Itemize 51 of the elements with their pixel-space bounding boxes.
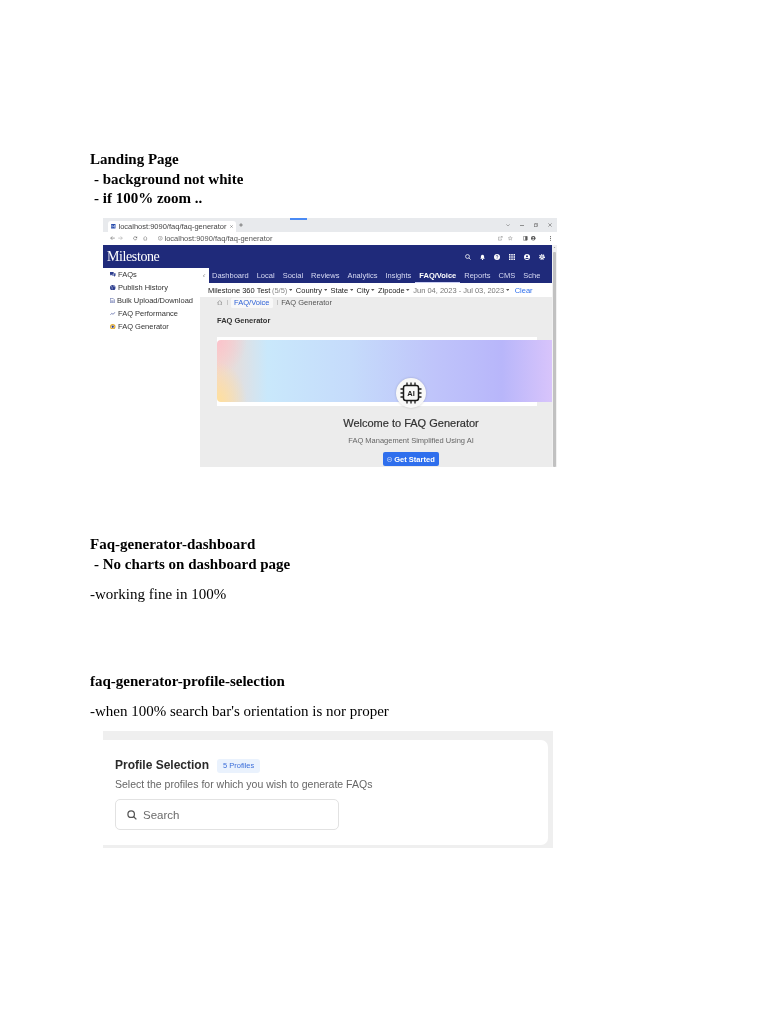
caret-icon — [323, 289, 328, 291]
section-heading: Faq-generator-dashboard — [90, 535, 256, 554]
welcome-title: Welcome to FAQ Generator — [343, 416, 479, 430]
chevron-left-icon — [203, 273, 206, 278]
globe-icon — [110, 284, 116, 291]
card-subtitle: Select the profiles for which you wish to generate FAQs — [115, 777, 373, 791]
bell-icon[interactable] — [480, 253, 485, 260]
note-text: -working fine in 100% — [90, 584, 227, 604]
note-text: - background not white — [94, 169, 244, 189]
site-icon — [111, 224, 116, 229]
settings-icon[interactable] — [539, 253, 545, 260]
side-panel-icon[interactable] — [523, 236, 528, 241]
caret-icon — [371, 289, 375, 291]
plus-icon[interactable] — [238, 223, 243, 227]
account-icon[interactable] — [524, 253, 530, 260]
chevron-down-icon[interactable] — [506, 223, 510, 227]
search-icon[interactable] — [465, 253, 471, 260]
ring-icon — [110, 323, 116, 330]
document-icon — [110, 297, 115, 304]
note-text: - No charts on dashboard page — [94, 554, 291, 574]
logo-text[interactable]: Milestone — [107, 249, 160, 264]
star-icon[interactable] — [508, 236, 513, 241]
reload-icon[interactable] — [133, 236, 138, 241]
circle-icon — [387, 456, 393, 462]
search-field[interactable]: Search — [115, 799, 339, 830]
back-arrow-icon[interactable] — [110, 236, 115, 241]
share-icon[interactable] — [498, 236, 503, 241]
card-title: Profile Selection — [115, 757, 210, 775]
note-text: - if 100% zoom .. — [94, 189, 203, 208]
info-icon[interactable] — [158, 236, 163, 241]
section-heading: Landing Page — [90, 150, 179, 169]
chat-icon — [110, 272, 116, 277]
indicator-bar — [289, 218, 307, 220]
caret-icon — [349, 289, 354, 291]
help-icon[interactable] — [494, 253, 500, 260]
grid-icon[interactable] — [509, 253, 515, 260]
trend-line-icon — [110, 311, 116, 316]
close-icon[interactable] — [548, 223, 552, 227]
restore-icon[interactable] — [534, 223, 538, 227]
home-icon[interactable] — [143, 236, 148, 241]
close-icon[interactable] — [229, 225, 233, 228]
home-icon[interactable] — [217, 299, 223, 306]
account-icon[interactable] — [531, 236, 536, 241]
caret-icon — [406, 289, 410, 291]
caret-icon — [288, 289, 293, 291]
search-icon — [127, 809, 137, 820]
minimize-icon[interactable] — [520, 224, 524, 226]
forward-arrow-icon[interactable] — [118, 236, 123, 241]
note-text: -when 100% search bar's orientation is nor proper — [90, 702, 389, 721]
caret-icon — [505, 289, 510, 291]
section-heading: faq-generator-profile-selection — [90, 672, 285, 691]
